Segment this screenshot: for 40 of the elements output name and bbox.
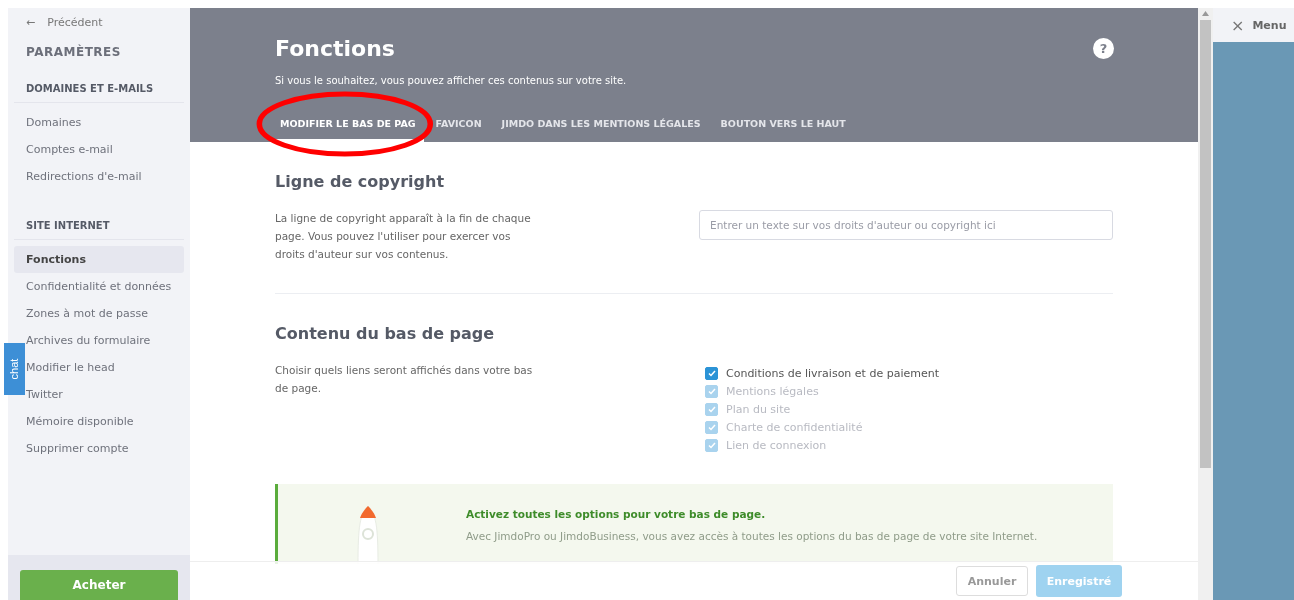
sidebar-item[interactable]: Archives du formulaire (26, 327, 184, 354)
sidebar-item[interactable]: Domaines (26, 109, 184, 136)
tab[interactable]: FAVICON (427, 106, 490, 142)
sidebar-item[interactable]: Redirections d'e-mail (26, 163, 184, 190)
sidebar-item[interactable]: Zones à mot de passe (26, 300, 184, 327)
sidebar-item[interactable]: Modifier le head (26, 354, 184, 381)
help-icon[interactable]: ? (1093, 38, 1114, 59)
page-subtitle: Si vous le souhaitez, vous pouvez afficher ces contenus sur votre site. (275, 75, 628, 86)
checkbox[interactable] (705, 366, 718, 380)
sidebar-item[interactable]: Mémoire disponible (26, 408, 184, 435)
page-title: Fonctions (275, 36, 395, 61)
sidebar-item[interactable]: Supprimer compte (26, 435, 184, 462)
section-heading: SITE INTERNET (14, 208, 184, 240)
back-link[interactable]: ← Précédent (14, 8, 115, 29)
checkbox-label: Conditions de livraison et de paiement (726, 366, 939, 380)
section-description: La ligne de copyright apparaît à la fin de chaque page. Vous pouvez l'utiliser pour exercer vos droits d'auteur sur vos contenus. (275, 211, 532, 262)
menu-label[interactable]: Menu (1252, 18, 1287, 32)
sidebar-item[interactable]: Fonctions (14, 246, 184, 273)
checkbox-label: Mentions légales (726, 384, 819, 398)
checkbox-label: Lien de connexion (726, 438, 827, 452)
section-heading: Ligne de copyright (275, 172, 446, 191)
section-heading: DOMAINES ET E-MAILS (14, 71, 184, 103)
copyright-input[interactable]: Entrer un texte sur vos droits d'auteur ou copyright ici (699, 210, 1113, 240)
sidebar-item[interactable]: Confidentialité et données (26, 273, 184, 300)
checkbox-label: Charte de confidentialité (726, 420, 863, 434)
tab[interactable]: JIMDO DANS LES MENTIONS LÉGALES (493, 106, 709, 142)
buy-button[interactable]: Acheter (20, 570, 178, 600)
tab[interactable]: BOUTON VERS LE HAUT (712, 106, 854, 142)
sidebar-item[interactable]: Twitter (26, 381, 184, 408)
cancel-button[interactable]: Annuler (956, 566, 1028, 596)
promo-text: Avec JimdoPro ou JimdoBusiness, vous avez accès à toutes les options du bas de page de votre site Internet. (466, 530, 1038, 542)
section-description: Choisir quels liens seront affichés dans votre bas de page. (275, 363, 534, 396)
sidebar-item[interactable]: Comptes e-mail (26, 136, 184, 163)
promo-title: Activez toutes les options pour votre bas de page. (466, 508, 767, 520)
scrollbar[interactable] (1198, 8, 1213, 600)
chat-tab[interactable]: chat (4, 343, 25, 395)
section-heading: Contenu du bas de page (275, 324, 496, 343)
checkbox-label: Plan du site (726, 402, 791, 416)
sidebar-title: PARAMÈTRES (25, 43, 122, 61)
scroll-up-icon[interactable] (1202, 11, 1209, 16)
